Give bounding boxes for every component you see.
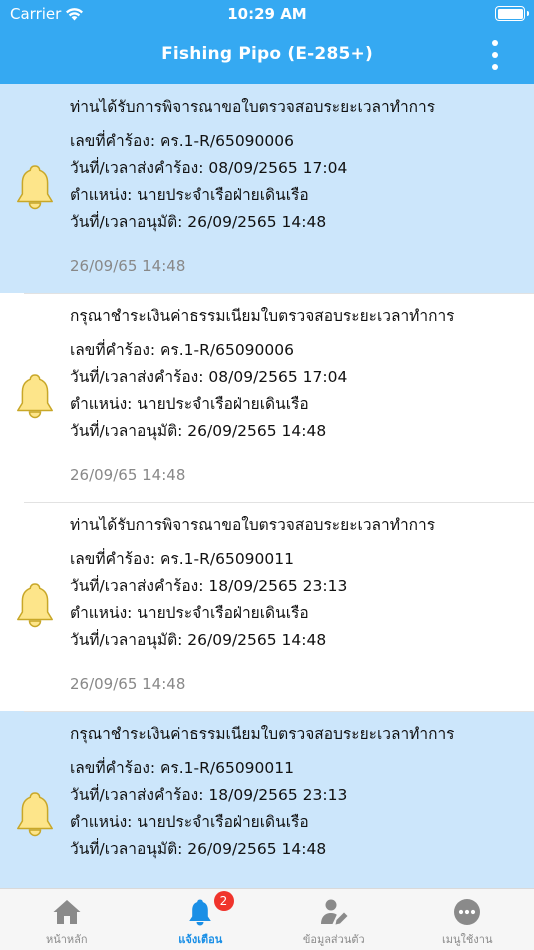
notification-title: ท่านได้รับการพิจารณาขอใบตรวจสอบระยะเวลาท… <box>70 516 436 534</box>
request-number: เลขที่คำร้อง: คร.1-R/65090011 <box>70 550 294 568</box>
tab-menu[interactable]: เมนูใช้งาน <box>401 889 534 950</box>
more-icon <box>452 897 482 927</box>
request-number: เลขที่คำร้อง: คร.1-R/65090006 <box>70 341 294 359</box>
tab-notifications[interactable]: 2 แจ้งเตือน <box>134 889 268 950</box>
notification-title: ท่านได้รับการพิจารณาขอใบตรวจสอบระยะเวลาท… <box>70 98 436 116</box>
approved-datetime: วันที่/เวลาอนุมัติ: 26/09/2565 14:48 <box>70 422 327 440</box>
notification-item[interactable]: กรุณาชำระเงินค่าธรรมเนียมใบตรวจสอบระยะเว… <box>0 711 534 888</box>
position-text: ตำแหน่ง: นายประจำเรือฝ่ายเดินเรือ <box>70 186 309 204</box>
approved-datetime: วันที่/เวลาอนุมัติ: 26/09/2565 14:48 <box>70 840 327 858</box>
tab-profile[interactable]: ข้อมูลส่วนตัว <box>267 889 401 950</box>
notification-timestamp: 26/09/65 14:48 <box>70 466 186 484</box>
notification-title: กรุณาชำระเงินค่าธรรมเนียมใบตรวจสอบระยะเว… <box>70 725 455 743</box>
profile-edit-icon <box>319 897 349 927</box>
status-time: 10:29 AM <box>227 5 307 23</box>
notification-count-badge: 2 <box>213 891 234 911</box>
position-text: ตำแหน่ง: นายประจำเรือฝ่ายเดินเรือ <box>70 395 309 413</box>
home-icon <box>52 897 82 927</box>
notification-item[interactable]: ท่านได้รับการพิจารณาขอใบตรวจสอบระยะเวลาท… <box>0 502 534 711</box>
tab-home[interactable]: หน้าหลัก <box>0 889 134 950</box>
notification-timestamp: 26/09/65 14:48 <box>70 257 186 275</box>
tab-menu-label: เมนูใช้งาน <box>442 933 493 946</box>
tab-profile-label: ข้อมูลส่วนตัว <box>302 933 365 946</box>
tab-notifications-label: แจ้งเตือน <box>178 933 223 946</box>
request-number: เลขที่คำร้อง: คร.1-R/65090006 <box>70 132 294 150</box>
bell-icon <box>17 583 53 628</box>
position-text: ตำแหน่ง: นายประจำเรือฝ่ายเดินเรือ <box>70 813 309 831</box>
submitted-datetime: วันที่/เวลาส่งคำร้อง: 08/09/2565 17:04 <box>70 159 348 177</box>
approved-datetime: วันที่/เวลาอนุมัติ: 26/09/2565 14:48 <box>70 213 327 231</box>
top-bar: Carrier 10:29 AM Fishing Pipo (E-285+) <box>0 0 534 84</box>
page-title: Fishing Pipo (E-285+) <box>161 44 373 64</box>
notification-list: ท่านได้รับการพิจารณาขอใบตรวจสอบระยะเวลาท… <box>0 84 534 888</box>
submitted-datetime: วันที่/เวลาส่งคำร้อง: 18/09/2565 23:13 <box>70 786 348 804</box>
more-options-icon[interactable] <box>490 40 500 70</box>
status-bar: Carrier 10:29 AM <box>0 0 534 28</box>
tab-home-label: หน้าหลัก <box>45 933 88 946</box>
notification-title: กรุณาชำระเงินค่าธรรมเนียมใบตรวจสอบระยะเว… <box>70 307 455 325</box>
submitted-datetime: วันที่/เวลาส่งคำร้อง: 18/09/2565 23:13 <box>70 577 348 595</box>
notification-item[interactable]: ท่านได้รับการพิจารณาขอใบตรวจสอบระยะเวลาท… <box>0 84 534 293</box>
bell-icon <box>185 897 215 927</box>
bell-icon <box>17 792 53 837</box>
bell-icon <box>17 165 53 210</box>
position-text: ตำแหน่ง: นายประจำเรือฝ่ายเดินเรือ <box>70 604 309 622</box>
notification-item[interactable]: กรุณาชำระเงินค่าธรรมเนียมใบตรวจสอบระยะเว… <box>0 293 534 502</box>
submitted-datetime: วันที่/เวลาส่งคำร้อง: 08/09/2565 17:04 <box>70 368 348 386</box>
bottom-tab-bar: หน้าหลัก 2 แจ้งเตือน ข้อมูลส่วนตัว เมนูใ… <box>0 888 534 950</box>
notification-timestamp: 26/09/65 14:48 <box>70 675 186 693</box>
request-number: เลขที่คำร้อง: คร.1-R/65090011 <box>70 759 294 777</box>
approved-datetime: วันที่/เวลาอนุมัติ: 26/09/2565 14:48 <box>70 631 327 649</box>
battery-icon <box>495 6 529 21</box>
bell-icon <box>17 374 53 419</box>
